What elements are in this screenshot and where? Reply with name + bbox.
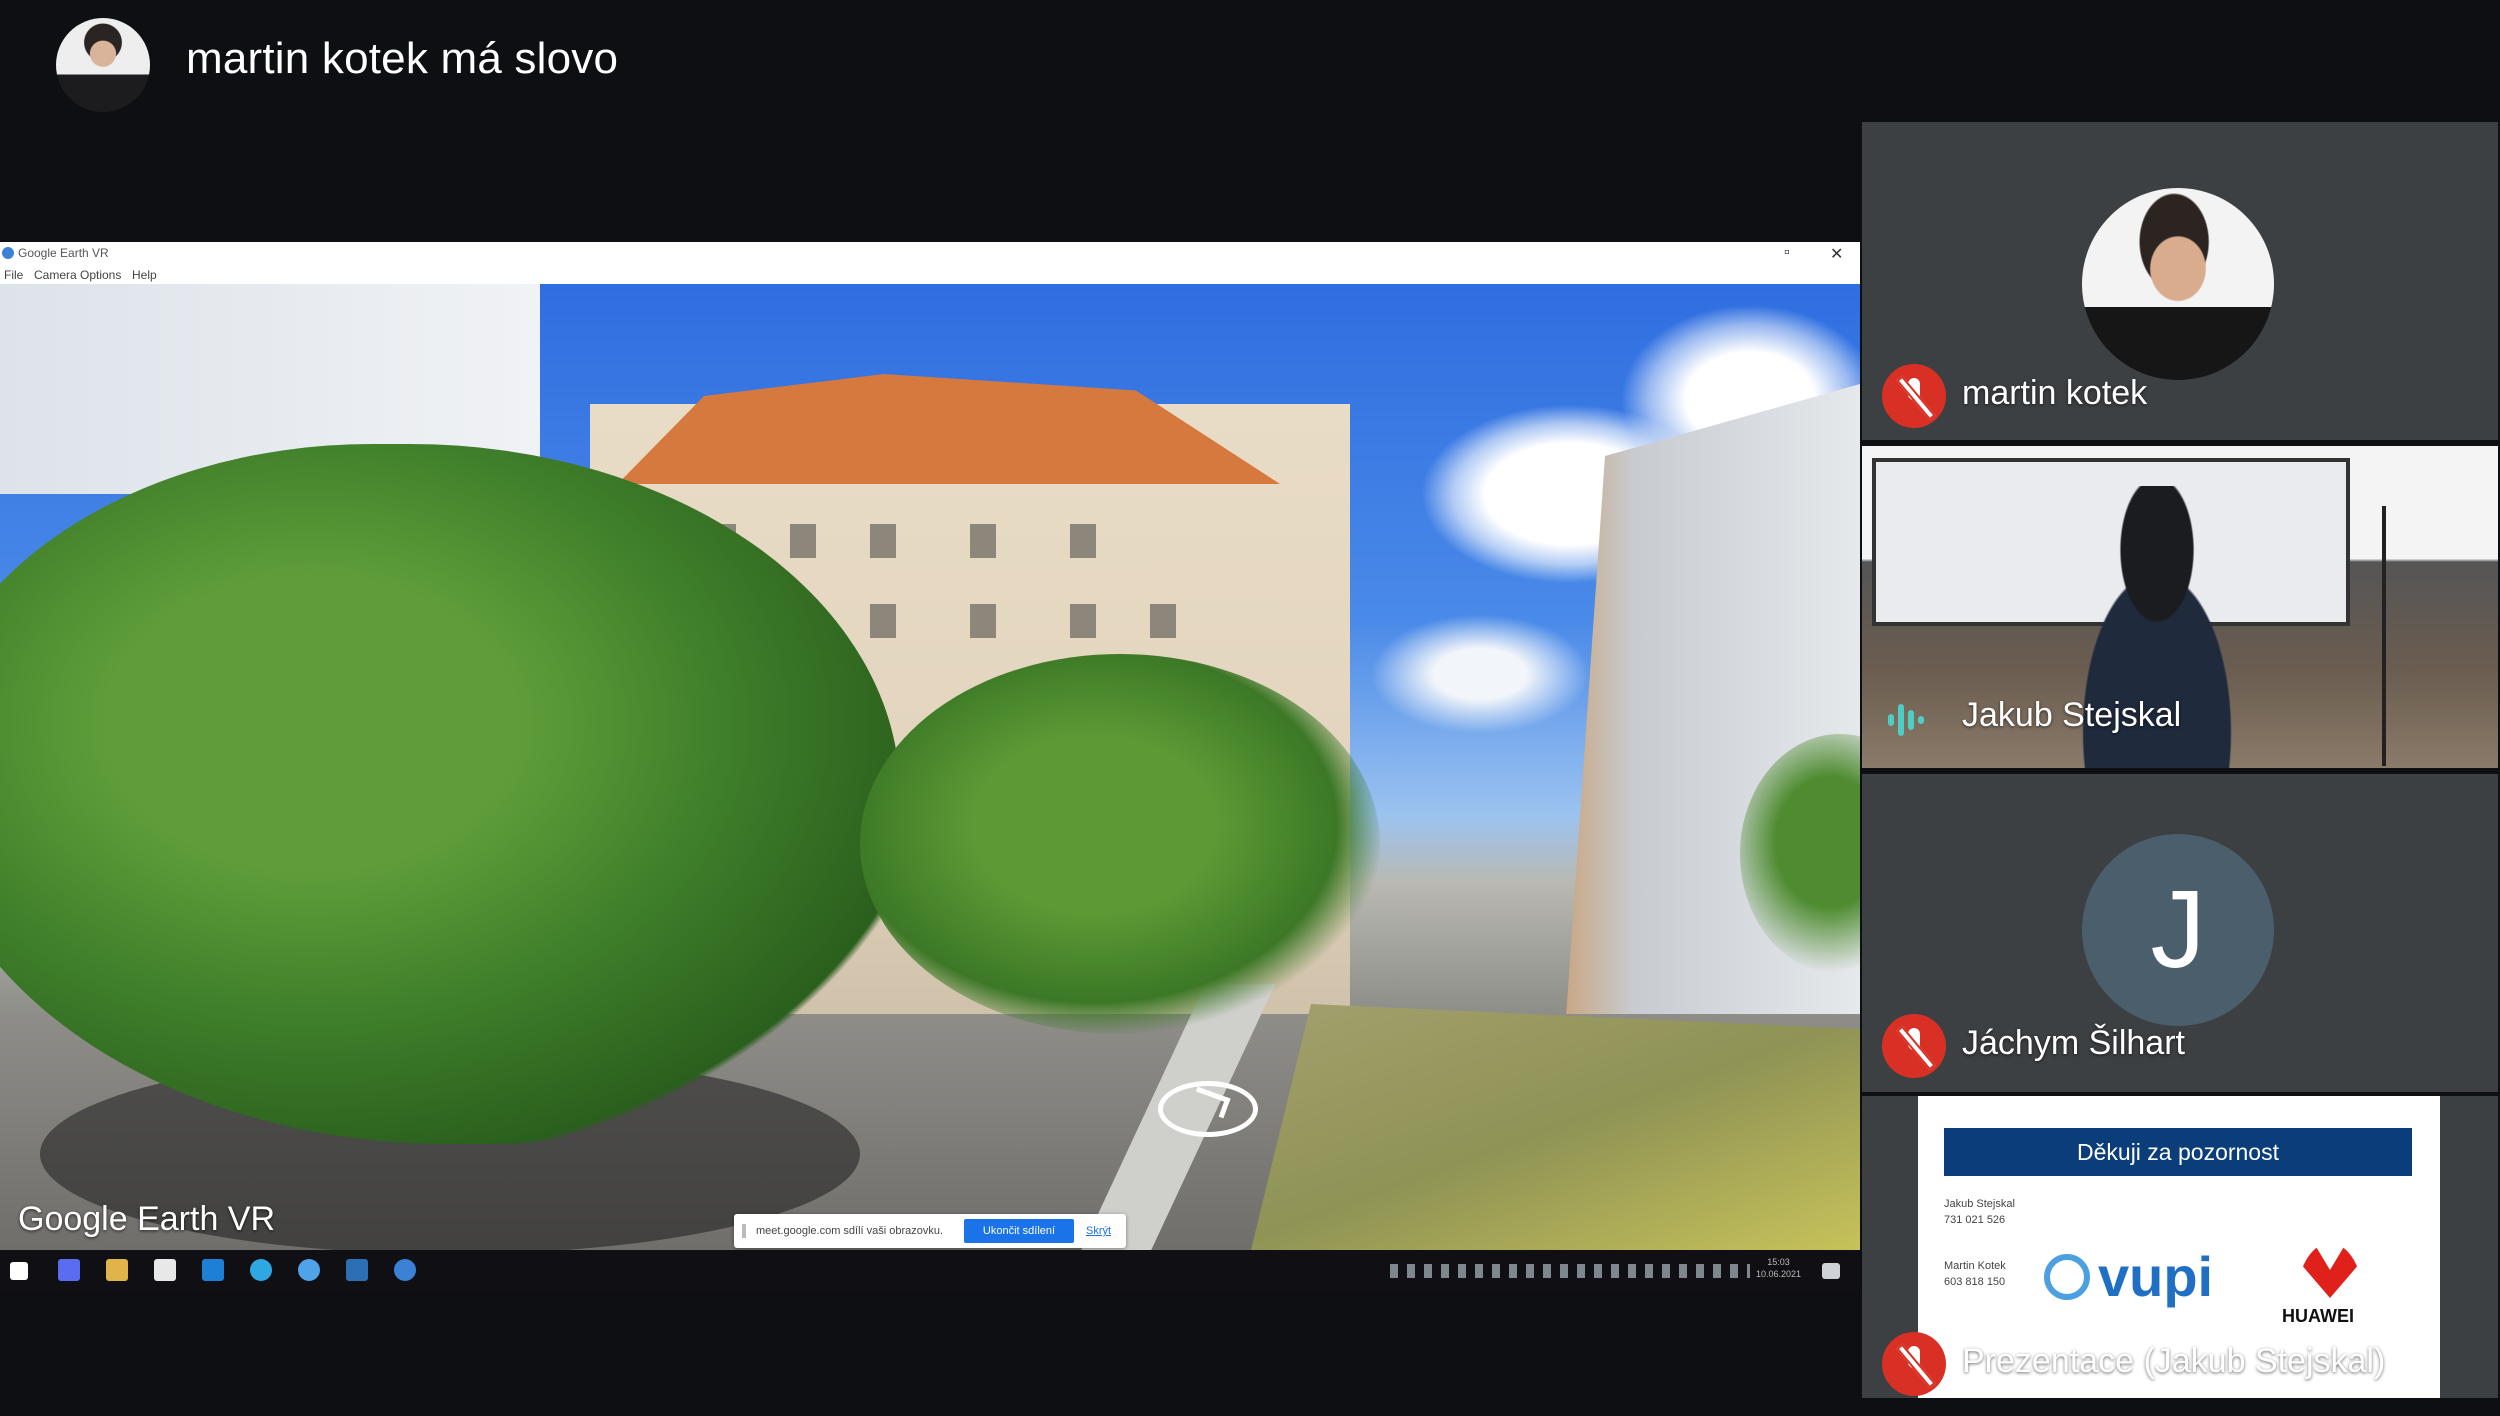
participant-tile-presentation[interactable]: Děkuji za pozornost Jakub Stejskal 731 0… xyxy=(1862,1096,2498,1398)
participant-name: Jáchym Šilhart xyxy=(1962,1024,2185,1062)
app-icon[interactable] xyxy=(298,1259,320,1281)
hide-share-bar-link[interactable]: Skrýt xyxy=(1086,1225,1111,1237)
stop-sharing-button[interactable]: Ukončit sdílení xyxy=(964,1219,1074,1243)
participant-tile-jachym-silhart[interactable]: J Jáchym Šilhart xyxy=(1862,774,2498,1092)
taskbar-clock[interactable]: 15:03 10.06.2021 xyxy=(1756,1256,1801,1280)
mic-muted-icon xyxy=(1882,1332,1946,1396)
menu-file[interactable]: File xyxy=(4,268,23,282)
screen-share-bar: meet.google.com sdílí vaši obrazovku. Uk… xyxy=(734,1214,1126,1248)
system-tray-icons[interactable] xyxy=(1390,1264,1750,1278)
avatar xyxy=(2082,188,2274,380)
google-earth-icon[interactable] xyxy=(394,1259,416,1281)
participant-name: martin kotek xyxy=(1962,374,2148,412)
menu-options[interactable]: Options xyxy=(80,268,121,282)
app-title: Google Earth VR xyxy=(18,246,109,260)
app-logo-icon xyxy=(2,247,14,259)
google-earth-vr-logo: Google Earth VR xyxy=(18,1200,276,1238)
mail-icon[interactable] xyxy=(202,1259,224,1281)
save-icon[interactable] xyxy=(58,1259,80,1281)
share-bar-message: meet.google.com sdílí vaši obrazovku. xyxy=(756,1225,944,1237)
notification-icon[interactable] xyxy=(1822,1263,1840,1279)
avatar-initial: J xyxy=(2082,834,2274,1026)
store-icon[interactable] xyxy=(154,1259,176,1281)
steam-icon[interactable] xyxy=(346,1259,368,1281)
tripod xyxy=(2382,506,2386,766)
speaking-indicator-icon xyxy=(1888,702,1928,738)
edge-browser-icon[interactable] xyxy=(250,1259,272,1281)
app-menubar: File Camera Options Help xyxy=(0,266,1860,285)
mic-muted-icon xyxy=(1882,364,1946,428)
speaker-title: martin kotek má slovo xyxy=(186,34,619,83)
tree xyxy=(860,654,1380,1034)
maximize-icon[interactable]: ▫ xyxy=(1784,244,1790,262)
drag-handle-icon[interactable] xyxy=(742,1224,746,1238)
contact-block: Martin Kotek 603 818 150 xyxy=(1944,1260,2006,1288)
menu-help[interactable]: Help xyxy=(132,268,157,282)
participant-name: Jakub Stejskal xyxy=(1962,696,2182,734)
speaker-avatar xyxy=(56,18,150,112)
participant-tile-martin-kotek[interactable]: martin kotek xyxy=(1862,122,2498,440)
app-titlebar: Google Earth VR ▫ ✕ xyxy=(0,242,1860,266)
cloud xyxy=(1370,614,1590,734)
menu-camera[interactable]: Camera xyxy=(34,268,77,282)
contact-block: Jakub Stejskal 731 021 526 xyxy=(1944,1198,2015,1226)
shared-screen[interactable]: Google Earth VR ▫ ✕ File Camera Options … xyxy=(0,242,1860,1292)
start-icon[interactable] xyxy=(10,1262,28,1280)
vupi-logo: vupi xyxy=(2098,1245,2214,1308)
windows-taskbar: 15:03 10.06.2021 xyxy=(0,1250,1860,1292)
mic-muted-icon xyxy=(1882,1014,1946,1078)
folder-icon[interactable] xyxy=(106,1259,128,1281)
huawei-logo-icon xyxy=(2288,1228,2372,1298)
participant-tile-jakub-stejskal[interactable]: Jakub Stejskal xyxy=(1862,446,2498,768)
close-icon[interactable]: ✕ xyxy=(1830,244,1843,264)
grass xyxy=(1250,1004,1860,1250)
slide-header: Děkuji za pozornost xyxy=(1944,1128,2412,1176)
participant-name: Prezentace (Jakub Stejskal) xyxy=(1962,1342,2386,1380)
huawei-logo-text: HUAWEI xyxy=(2282,1306,2354,1326)
vr-view[interactable]: Google Earth VR meet.google.com sdílí va… xyxy=(0,284,1860,1250)
vupi-logo-icon xyxy=(2044,1254,2090,1300)
